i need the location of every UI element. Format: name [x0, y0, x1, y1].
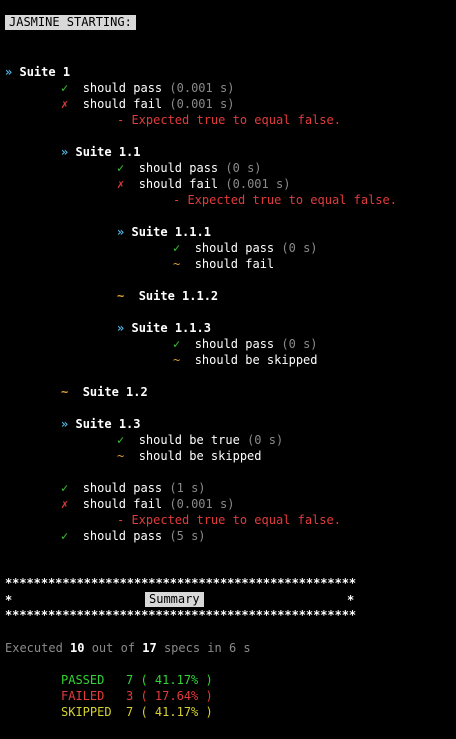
suite-label: Suite 1.1.3: [131, 321, 211, 335]
suite-label: Suite 1.3: [75, 417, 141, 431]
spec-row: ✓ should pass (1 s): [61, 480, 206, 496]
spec-label: should pass: [82, 529, 163, 543]
spec-label: should fail: [194, 257, 275, 271]
spec-row: ✓ should pass (0 s): [173, 336, 318, 352]
jasmine-starting-header: JASMINE STARTING:: [5, 15, 136, 30]
spec-time: (0.001 s): [169, 97, 235, 111]
spec-row: ~ should be skipped: [173, 352, 318, 368]
spec-label: should pass: [138, 161, 219, 175]
check-icon: ✓: [117, 433, 125, 447]
spec-label: should be skipped: [138, 449, 262, 463]
executed-prefix: Executed: [5, 641, 71, 655]
suite-label: Suite 1.1: [75, 145, 141, 159]
suite-chevron-icon: »: [117, 321, 125, 335]
spec-label: should fail: [82, 97, 163, 111]
suite-chevron-icon: »: [5, 65, 13, 79]
suite-chevron-icon: »: [61, 417, 69, 431]
error-message: - Expected true to equal false.: [117, 113, 341, 127]
check-icon: ✓: [61, 529, 69, 543]
check-icon: ✓: [117, 161, 125, 175]
executed-suffix: specs in 6 s: [156, 641, 251, 655]
summary-border-right: *: [347, 593, 355, 607]
spec-label: should be true: [138, 433, 240, 447]
error-message: - Expected true to equal false.: [173, 193, 397, 207]
terminal-window: JASMINE STARTING: » Suite 1 ✓ should pas…: [0, 0, 456, 739]
spec-label: should pass: [82, 81, 163, 95]
spec-label: should fail: [138, 177, 219, 191]
passed-stat: PASSED 7 ( 41.17% ): [61, 673, 213, 687]
error-message: - Expected true to equal false.: [117, 513, 341, 527]
summary-title: Summary: [145, 592, 204, 607]
suite-label: Suite 1: [19, 65, 71, 79]
suite-row: » Suite 1.1.3: [117, 320, 211, 336]
tilde-icon: ~: [117, 449, 125, 463]
total-count: 17: [142, 641, 157, 655]
spec-time: (0.001 s): [169, 81, 235, 95]
summary-border-bottom: ****************************************…: [5, 608, 357, 622]
spec-time: (0 s): [281, 337, 318, 351]
skipped-stat: SKIPPED 7 ( 41.17% ): [61, 705, 213, 719]
spec-label: should fail: [82, 497, 163, 511]
spec-row: ✓ should pass (0.001 s): [61, 80, 234, 96]
suite-label: Suite 1.1.1: [131, 225, 211, 239]
suite-row: ~ Suite 1.1.2: [117, 288, 218, 304]
spec-row: ✗ should fail (0.001 s): [61, 96, 234, 112]
spec-time: (0 s): [281, 241, 318, 255]
executed-summary: Executed 10 out of 17 specs in 6 s: [5, 640, 251, 656]
executed-count: 10: [70, 641, 85, 655]
spec-time: (5 s): [169, 529, 206, 543]
check-icon: ✓: [61, 81, 69, 95]
suite-chevron-icon: »: [117, 225, 125, 239]
spec-row: ✗ should fail (0.001 s): [117, 176, 290, 192]
tilde-icon: ~: [117, 289, 125, 303]
failed-stat: FAILED 3 ( 17.64% ): [61, 689, 213, 703]
suite-row: » Suite 1.1: [61, 144, 141, 160]
spec-time: (0.001 s): [169, 497, 235, 511]
check-icon: ✓: [173, 241, 181, 255]
suite-chevron-icon: »: [61, 145, 69, 159]
spec-row: ✓ should pass (0 s): [117, 160, 262, 176]
spec-label: should pass: [82, 481, 163, 495]
spec-label: should be skipped: [194, 353, 318, 367]
suite-row: ~ Suite 1.2: [61, 384, 148, 400]
spec-row: ✓ should pass (5 s): [61, 528, 206, 544]
spec-label: should pass: [194, 337, 275, 351]
summary-border-top: ****************************************…: [5, 576, 357, 590]
spec-row: ✓ should be true (0 s): [117, 432, 283, 448]
spec-row: ✗ should fail (0.001 s): [61, 496, 234, 512]
tilde-icon: ~: [173, 353, 181, 367]
tilde-icon: ~: [173, 257, 181, 271]
spec-row: ~ should be skipped: [117, 448, 262, 464]
spec-label: should pass: [194, 241, 275, 255]
suite-label: Suite 1.1.2: [138, 289, 219, 303]
check-icon: ✓: [173, 337, 181, 351]
tilde-icon: ~: [61, 385, 69, 399]
cross-icon: ✗: [61, 97, 69, 111]
cross-icon: ✗: [117, 177, 125, 191]
suite-label: Suite 1.2: [82, 385, 148, 399]
spec-row: ~ should fail: [173, 256, 274, 272]
spec-time: (0 s): [225, 161, 262, 175]
spec-time: (1 s): [169, 481, 206, 495]
check-icon: ✓: [61, 481, 69, 495]
spec-row: ✓ should pass (0 s): [173, 240, 318, 256]
suite-row: » Suite 1.3: [61, 416, 141, 432]
summary-border-left: *: [5, 593, 13, 607]
suite-row: » Suite 1: [5, 64, 70, 80]
executed-mid: out of: [84, 641, 143, 655]
suite-row: » Suite 1.1.1: [117, 224, 211, 240]
spec-time: (0 s): [247, 433, 284, 447]
cross-icon: ✗: [61, 497, 69, 511]
spec-time: (0.001 s): [225, 177, 291, 191]
